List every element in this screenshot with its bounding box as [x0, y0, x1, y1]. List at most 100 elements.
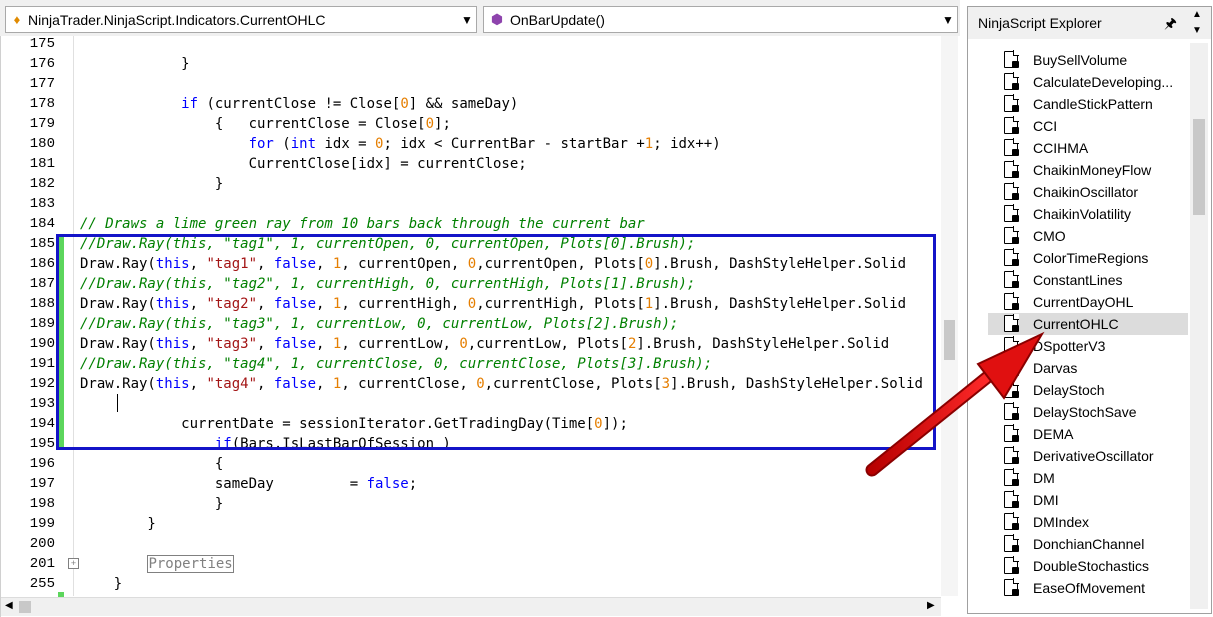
explorer-item[interactable]: DEMA: [1002, 423, 1192, 445]
explorer-item[interactable]: DonchianChannel: [1002, 533, 1192, 555]
explorer-item-label: CCI: [1033, 118, 1058, 134]
line-number: 188: [29, 296, 55, 312]
explorer-item[interactable]: BuySellVolume: [1002, 49, 1192, 71]
explorer-item[interactable]: Darvas: [1002, 357, 1192, 379]
scroll-left-icon[interactable]: ◀: [5, 600, 13, 611]
explorer-item[interactable]: ChaikinMoneyFlow: [1002, 159, 1192, 181]
method-selector-combo[interactable]: ⬢ OnBarUpdate() ▼: [483, 6, 958, 33]
code-line[interactable]: 181 CurrentClose[idx] = currentClose;: [1, 154, 941, 174]
lock-icon: [1012, 589, 1019, 596]
code-line[interactable]: 179 { currentClose = Close[0];: [1, 114, 941, 134]
code-line[interactable]: 200: [1, 534, 941, 554]
explorer-item-label: DMIndex: [1033, 514, 1090, 530]
code-line[interactable]: 201 Properties: [1, 554, 941, 574]
annotation-highlight-box: [56, 234, 936, 450]
code-line[interactable]: 178 if (currentClose != Close[0] && same…: [1, 94, 941, 114]
code-text[interactable]: }: [80, 574, 941, 594]
code-line[interactable]: 182 }: [1, 174, 941, 194]
scrollbar-thumb[interactable]: [944, 320, 955, 360]
line-number: 198: [29, 496, 55, 512]
explorer-item[interactable]: DMIndex: [1002, 511, 1192, 533]
code-text[interactable]: {: [80, 454, 941, 474]
scroll-down-icon[interactable]: ▼: [1192, 25, 1202, 36]
code-editor[interactable]: 175 176 } 177 178 if (currentClose != Close…: [0, 36, 959, 617]
lock-icon: [1012, 193, 1019, 200]
code-text[interactable]: // Draws a lime green ray from 10 bars b…: [80, 214, 941, 234]
explorer-item[interactable]: DelayStochSave: [1002, 401, 1192, 423]
code-text[interactable]: Properties: [80, 554, 941, 574]
explorer-item[interactable]: DoubleStochastics: [1002, 555, 1192, 577]
explorer-item[interactable]: CCIHMA: [1002, 137, 1192, 159]
code-text[interactable]: sameDay = false;: [80, 474, 941, 494]
editor-vertical-scrollbar[interactable]: [941, 36, 958, 596]
code-line[interactable]: 176 }: [1, 54, 941, 74]
lock-icon: [1012, 61, 1019, 68]
explorer-item[interactable]: CMO: [1002, 225, 1192, 247]
code-line[interactable]: 180 for (int idx = 0; idx < CurrentBar -…: [1, 134, 941, 154]
explorer-item[interactable]: ColorTimeRegions: [1002, 247, 1192, 269]
line-number: 187: [29, 276, 55, 292]
line-number: 183: [29, 196, 55, 212]
explorer-item[interactable]: DMI: [1002, 489, 1192, 511]
lock-icon: [1012, 303, 1019, 310]
explorer-item[interactable]: ChaikinVolatility: [1002, 203, 1192, 225]
explorer-item-label: DMI: [1033, 492, 1059, 508]
code-text[interactable]: }: [80, 514, 941, 534]
code-text[interactable]: }: [80, 174, 941, 194]
code-line[interactable]: 184 // Draws a lime green ray from 10 bar…: [1, 214, 941, 234]
lock-icon: [1012, 325, 1019, 332]
lock-icon: [1012, 545, 1019, 552]
explorer-item[interactable]: EaseOfMovement: [1002, 577, 1192, 599]
scrollbar-thumb[interactable]: [1193, 119, 1205, 215]
explorer-item[interactable]: CurrentDayOHL: [1002, 291, 1192, 313]
class-selector-combo[interactable]: ♦ NinjaTrader.NinjaScript.Indicators.Cur…: [5, 6, 477, 33]
explorer-item[interactable]: ChaikinOscillator: [1002, 181, 1192, 203]
explorer-item[interactable]: DerivativeOscillator: [1002, 445, 1192, 467]
explorer-item[interactable]: CCI: [1002, 115, 1192, 137]
pin-icon[interactable]: 🖈: [1164, 7, 1177, 39]
scroll-up-icon[interactable]: ▲: [1192, 9, 1202, 20]
chevron-down-icon[interactable]: ▼: [458, 13, 476, 27]
code-line[interactable]: 255 }: [1, 574, 941, 594]
explorer-vertical-scrollbar[interactable]: [1190, 43, 1208, 609]
explorer-item[interactable]: DSpotterV3: [1002, 335, 1192, 357]
lock-icon: [1012, 457, 1019, 464]
scrollbar-thumb[interactable]: [19, 601, 31, 613]
code-text[interactable]: { currentClose = Close[0];: [80, 114, 941, 134]
code-line[interactable]: 177: [1, 74, 941, 94]
explorer-item-label: DM: [1033, 470, 1055, 486]
explorer-item[interactable]: CandleStickPattern: [1002, 93, 1192, 115]
code-line[interactable]: 196 {: [1, 454, 941, 474]
code-text[interactable]: if (currentClose != Close[0] && sameDay): [80, 94, 941, 114]
method-icon: ⬢: [490, 11, 504, 27]
code-text[interactable]: CurrentClose[idx] = currentClose;: [80, 154, 941, 174]
editor-toolbar: ♦ NinjaTrader.NinjaScript.Indicators.Cur…: [0, 0, 960, 36]
explorer-item[interactable]: CurrentOHLC: [988, 313, 1188, 335]
method-selector-label: OnBarUpdate(): [510, 11, 605, 28]
code-line[interactable]: 198 }: [1, 494, 941, 514]
line-number: 189: [29, 316, 55, 332]
line-number: 255: [29, 576, 55, 592]
collapse-toggle-icon[interactable]: +: [68, 558, 79, 569]
explorer-item[interactable]: DM: [1002, 467, 1192, 489]
scroll-right-icon[interactable]: ▶: [927, 600, 935, 611]
explorer-item-label: ColorTimeRegions: [1033, 250, 1149, 266]
code-line[interactable]: 197 sameDay = false;: [1, 474, 941, 494]
chevron-down-icon[interactable]: ▼: [939, 13, 957, 27]
code-line[interactable]: 199 }: [1, 514, 941, 534]
code-text[interactable]: }: [80, 54, 941, 74]
code-line[interactable]: 175: [1, 34, 941, 54]
line-number: 181: [29, 156, 55, 172]
explorer-item[interactable]: CalculateDeveloping...: [1002, 71, 1192, 93]
class-selector-label: NinjaTrader.NinjaScript.Indicators.Curre…: [28, 11, 326, 28]
explorer-item[interactable]: DelayStoch: [1002, 379, 1192, 401]
editor-horizontal-scrollbar[interactable]: ◀ ▶: [1, 597, 941, 616]
lock-icon: [1012, 523, 1019, 530]
code-text[interactable]: }: [80, 494, 941, 514]
explorer-item-label: DerivativeOscillator: [1033, 448, 1154, 464]
code-text[interactable]: for (int idx = 0; idx < CurrentBar - sta…: [80, 134, 941, 154]
explorer-item[interactable]: ConstantLines: [1002, 269, 1192, 291]
code-line[interactable]: 183: [1, 194, 941, 214]
lock-icon: [1012, 127, 1019, 134]
lock-icon: [1012, 83, 1019, 90]
